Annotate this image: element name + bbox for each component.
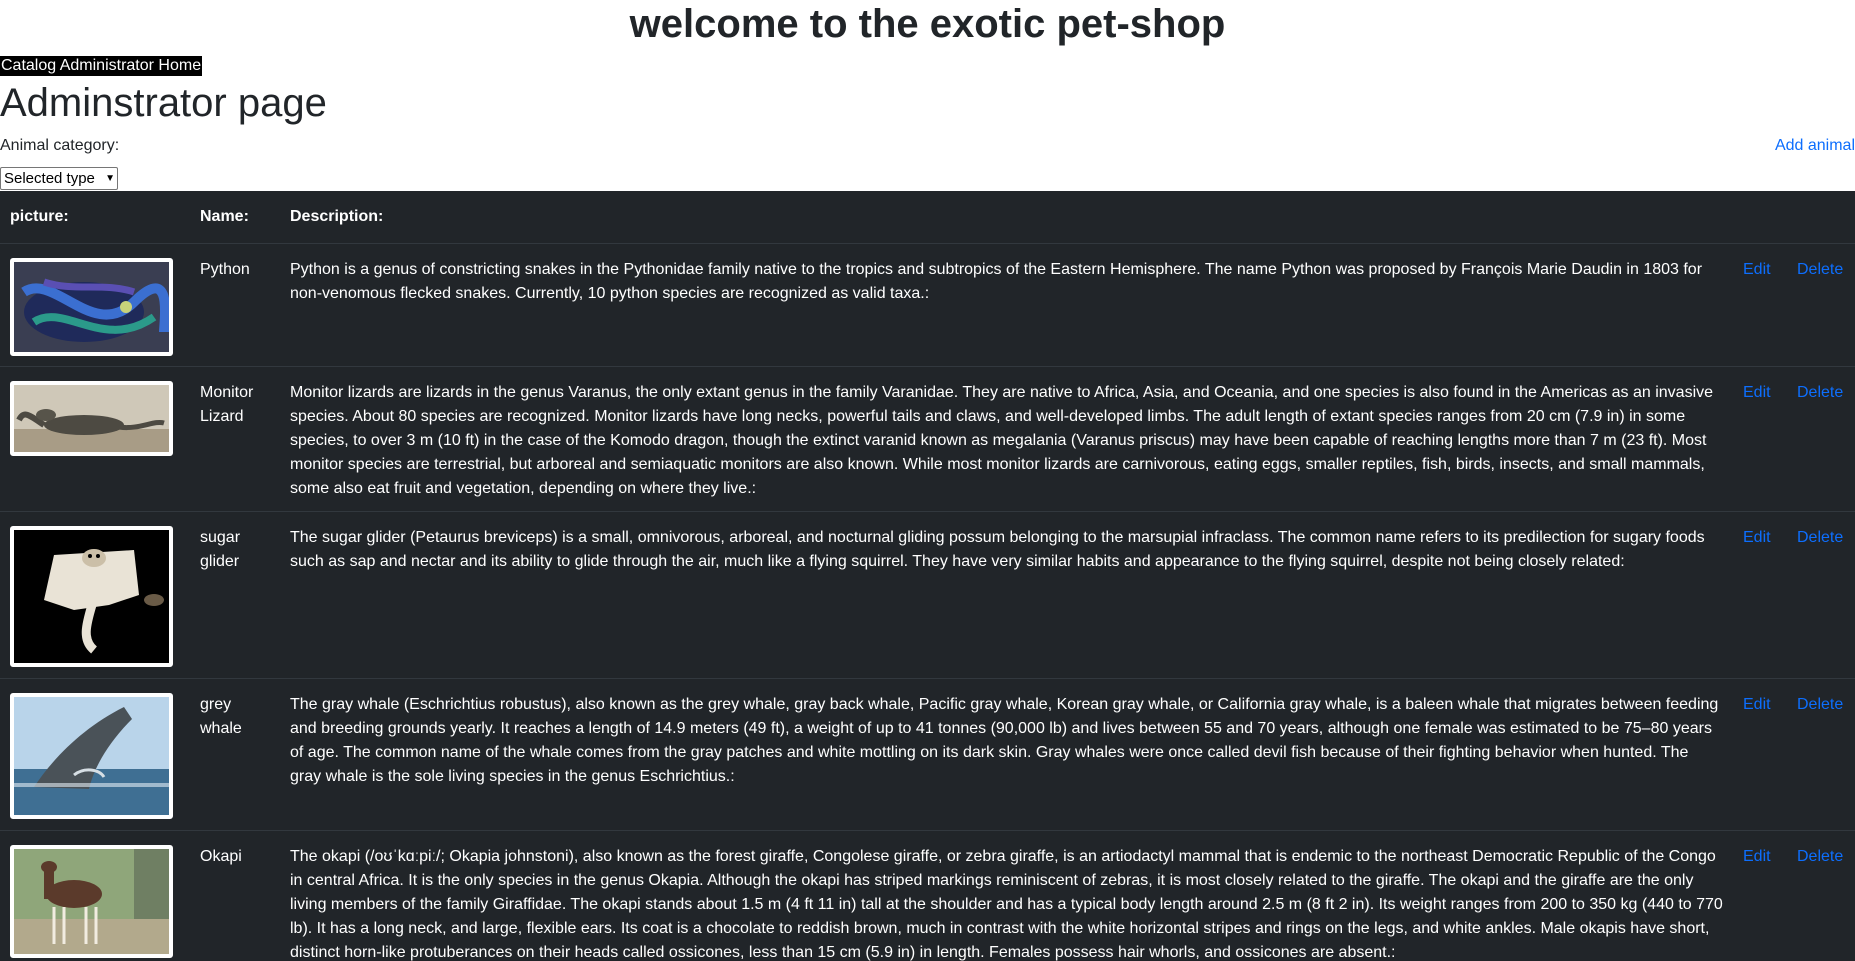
animal-name: Okapi — [190, 830, 280, 961]
picture-cell — [0, 678, 190, 831]
picture-cell — [0, 830, 190, 961]
animal-name: Monitor Lizard — [190, 366, 280, 512]
animal-description: The okapi (/oʊˈkɑːpiː/; Okapia johnstoni… — [280, 830, 1733, 961]
animal-name: grey whale — [190, 678, 280, 831]
animal-category-select[interactable]: Selected type ▼ — [0, 167, 118, 190]
monitor-lizard-image — [10, 381, 173, 456]
edit-link[interactable]: Edit — [1743, 848, 1771, 865]
select-value: Selected type — [4, 170, 95, 187]
nav-link-administrator[interactable]: Administrator — [60, 57, 154, 74]
table-row: Python Python is a genus of constricting… — [0, 243, 1855, 367]
column-header-delete — [1797, 191, 1855, 244]
delete-link[interactable]: Delete — [1797, 384, 1843, 401]
picture-cell — [0, 511, 190, 679]
animal-description: The sugar glider (Petaurus breviceps) is… — [280, 511, 1733, 679]
animal-description: The gray whale (Eschrichtius robustus), … — [280, 678, 1733, 831]
table-row: sugar glider The sugar glider (Petaurus … — [0, 511, 1855, 679]
add-animal-link[interactable]: Add animal — [1775, 137, 1855, 155]
table-header-row: picture: Name: Description: — [0, 191, 1855, 244]
nav-link-catalog[interactable]: Catalog — [1, 57, 56, 74]
animals-table: picture: Name: Description: Python Pytho… — [0, 191, 1855, 961]
edit-link[interactable]: Edit — [1743, 261, 1771, 278]
delete-link[interactable]: Delete — [1797, 848, 1843, 865]
nav-link-home[interactable]: Home — [158, 57, 201, 74]
delete-link[interactable]: Delete — [1797, 261, 1843, 278]
edit-link[interactable]: Edit — [1743, 696, 1771, 713]
grey-whale-image — [10, 693, 173, 819]
chevron-down-icon: ▼ — [105, 173, 115, 184]
okapi-image — [10, 845, 173, 958]
animal-name: sugar glider — [190, 511, 280, 679]
table-row: Okapi The okapi (/oʊˈkɑːpiː/; Okapia joh… — [0, 830, 1855, 961]
picture-cell — [0, 243, 190, 367]
column-header-edit — [1733, 191, 1797, 244]
animal-description: Python is a genus of constricting snakes… — [280, 243, 1733, 367]
animal-description: Monitor lizards are lizards in the genus… — [280, 366, 1733, 512]
delete-link[interactable]: Delete — [1797, 696, 1843, 713]
column-header-picture: picture: — [0, 191, 190, 244]
table-row: Monitor Lizard Monitor lizards are lizar… — [0, 366, 1855, 512]
top-nav: Catalog Administrator Home — [0, 56, 203, 76]
column-header-name: Name: — [190, 191, 280, 244]
animal-category-label: Animal category: — [0, 137, 120, 154]
edit-link[interactable]: Edit — [1743, 529, 1771, 546]
animal-name: Python — [190, 243, 280, 367]
edit-link[interactable]: Edit — [1743, 384, 1771, 401]
animals-table-container: picture: Name: Description: Python Pytho… — [0, 191, 1855, 961]
delete-link[interactable]: Delete — [1797, 529, 1843, 546]
python-image — [10, 258, 173, 356]
column-header-description: Description: — [280, 191, 1733, 244]
sugar-glider-image — [10, 526, 173, 667]
site-title: welcome to the exotic pet-shop — [629, 2, 1226, 46]
table-row: grey whale The gray whale (Eschrichtius … — [0, 678, 1855, 831]
page-title: Adminstrator page — [0, 81, 327, 125]
picture-cell — [0, 366, 190, 512]
